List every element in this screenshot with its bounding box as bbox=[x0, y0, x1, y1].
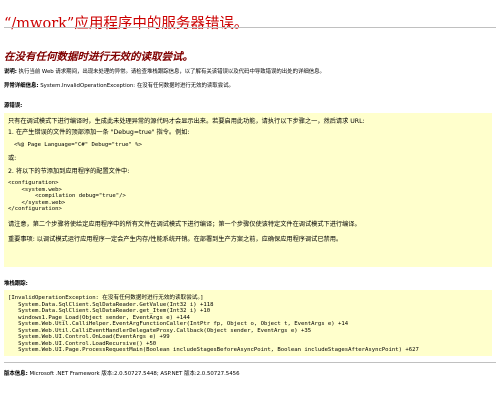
source-error-step1: 1. 在产生错误的文件的顶部添加一条 "Debug=true" 指令。例如: bbox=[8, 129, 190, 136]
error-subtitle: 在没有任何数据时进行无效的读取尝试。 bbox=[4, 50, 193, 63]
version-info-line: 版本信息: Microsoft .NET Framework 版本:2.0.50… bbox=[4, 370, 496, 378]
top-divider bbox=[4, 27, 496, 28]
config-snippet-code: <configuration> <system.web> <compilatio… bbox=[8, 180, 126, 212]
page-directive-code: <%@ Page Language="C#" Debug="true" %> bbox=[14, 142, 142, 148]
bottom-divider bbox=[4, 362, 496, 363]
source-error-note: 请注意，第二个步骤将使给定应用程序中的所有文件在调试模式下进行编译；第一个步骤仅… bbox=[8, 221, 361, 228]
stack-trace-label: 堆栈跟踪: bbox=[4, 281, 28, 287]
source-error-step2: 2. 将以下的节添加到应用程序的配置文件中: bbox=[8, 168, 130, 175]
version-label: 版本信息: bbox=[4, 371, 28, 377]
description-label: 说明: bbox=[4, 69, 17, 75]
exception-text: System.InvalidOperationException: 在没有任何数… bbox=[40, 83, 234, 89]
stack-trace-text: [InvalidOperationException: 在没有任何数据时进行无效… bbox=[8, 295, 419, 353]
page-title: “/mwork”应用程序中的服务器错误。 bbox=[4, 15, 249, 32]
description-text: 执行当前 Web 请求期间，出现未处理的异常。请检查堆栈跟踪信息，以了解有关该错… bbox=[18, 69, 325, 75]
version-text: Microsoft .NET Framework 版本:2.0.50727.54… bbox=[29, 371, 240, 377]
source-error-label: 源错误: bbox=[4, 103, 23, 109]
exception-details-line: 异常详细信息: System.InvalidOperationException… bbox=[4, 82, 496, 90]
source-error-intro: 只有在调试模式下进行编译时，生成此未处理异常的源代码才会显示出来。若要启用此功能… bbox=[8, 118, 365, 125]
source-error-important: 重要事项: 以调试模式运行应用程序一定会产生内存/性能系统开销。在部署到生产方案… bbox=[8, 236, 343, 243]
description-line: 说明: 执行当前 Web 请求期间，出现未处理的异常。请检查堆栈跟踪信息，以了解… bbox=[4, 68, 496, 76]
source-error-or: 或: bbox=[8, 155, 17, 162]
exception-label: 异常详细信息: bbox=[4, 83, 39, 89]
source-error-box: 只有在调试模式下进行编译时，生成此未处理异常的源代码才会显示出来。若要启用此功能… bbox=[4, 113, 492, 267]
stack-trace-box: [InvalidOperationException: 在没有任何数据时进行无效… bbox=[4, 290, 492, 356]
